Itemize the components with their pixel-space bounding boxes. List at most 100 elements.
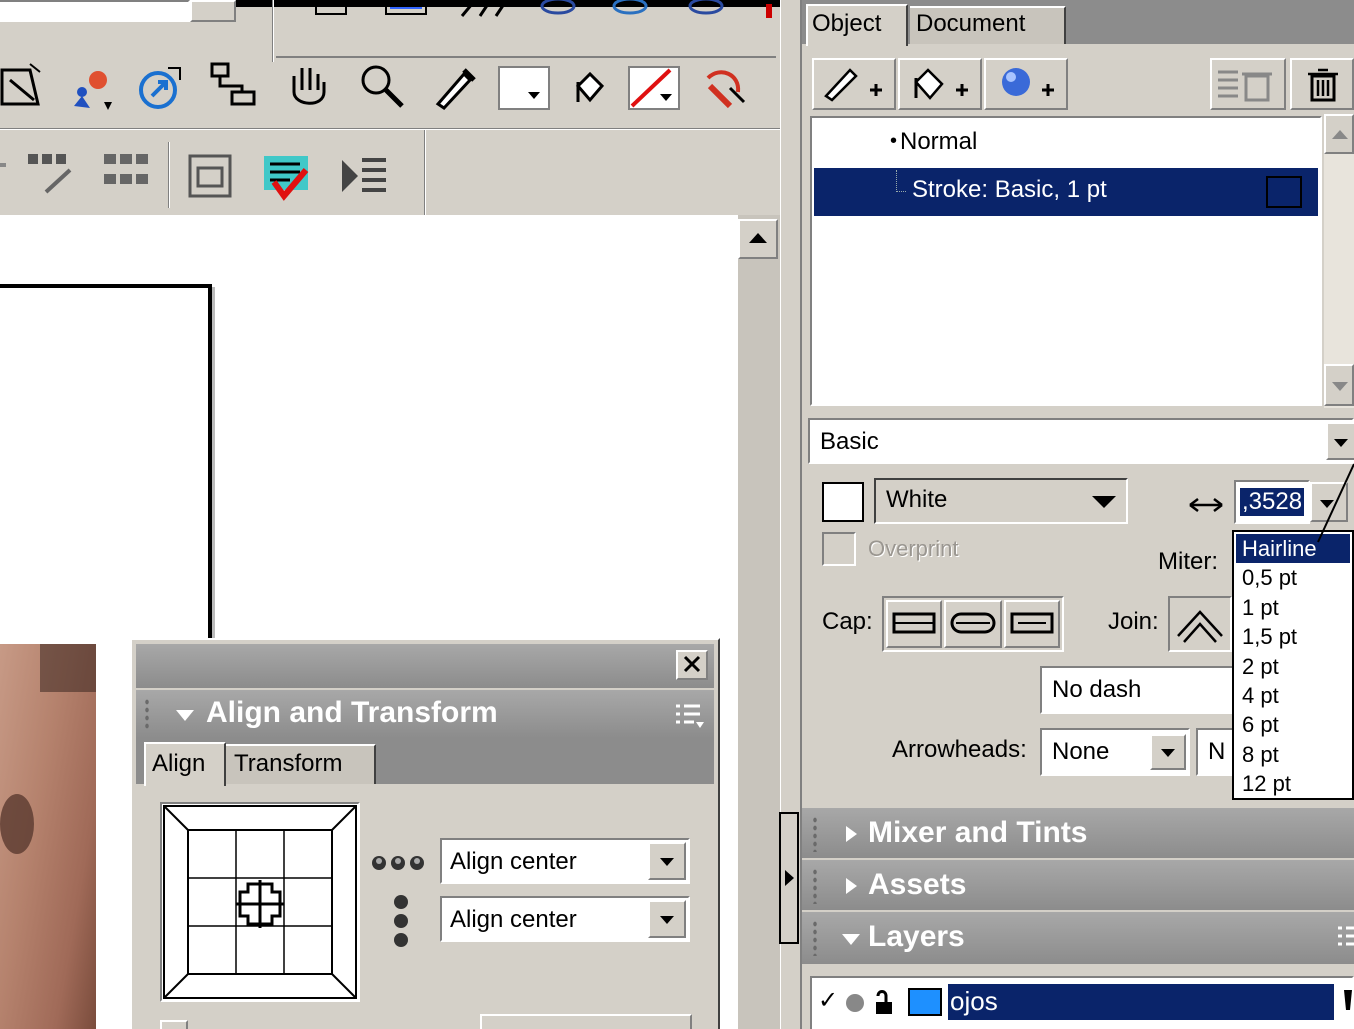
perspective-tool-icon[interactable] bbox=[0, 60, 44, 112]
spelling-icon[interactable] bbox=[260, 152, 316, 204]
horizontal-align-dropdown-button[interactable] bbox=[648, 842, 686, 880]
add-stroke-button[interactable] bbox=[812, 58, 896, 110]
join-miter-button[interactable] bbox=[1168, 596, 1232, 652]
width-option[interactable]: 0,5 pt bbox=[1236, 563, 1350, 592]
overprint-checkbox[interactable] bbox=[822, 532, 856, 566]
align-panel-close-button[interactable] bbox=[676, 650, 708, 680]
freeform-tool-icon[interactable] bbox=[68, 62, 122, 116]
effect-plus-icon bbox=[1002, 68, 1054, 96]
add-effect-button[interactable] bbox=[984, 58, 1068, 110]
text-indent-icon[interactable] bbox=[338, 154, 390, 202]
attach-icon[interactable] bbox=[538, 0, 578, 20]
rect-tool-icon[interactable] bbox=[312, 0, 352, 20]
layer-row-ojos[interactable]: ✓ ojos bbox=[812, 982, 1342, 1022]
vertical-align-dropdown-button[interactable] bbox=[648, 900, 686, 938]
align-grid-box[interactable] bbox=[160, 802, 360, 1002]
fill-bucket-icon[interactable] bbox=[570, 68, 606, 108]
layer-visible-check-icon[interactable]: ✓ bbox=[818, 986, 838, 1015]
text-wrap-icon[interactable] bbox=[186, 152, 238, 200]
tab-align[interactable]: Align bbox=[144, 742, 226, 786]
stroke-color-select[interactable]: White bbox=[874, 478, 1128, 524]
tree-connector bbox=[896, 170, 906, 192]
face-photo[interactable] bbox=[0, 644, 96, 1029]
join-label: Join: bbox=[1108, 608, 1159, 635]
width-option[interactable]: 6 pt bbox=[1236, 710, 1350, 739]
eyedropper-tool-icon[interactable] bbox=[430, 62, 478, 110]
list-scroll-down-button[interactable] bbox=[1324, 364, 1354, 406]
align-panel-header[interactable]: Align and Transform bbox=[136, 690, 714, 738]
mixer-panel-header[interactable]: Mixer and Tints bbox=[802, 808, 1354, 860]
font-dropdown-button[interactable] bbox=[190, 0, 236, 22]
unlink-icon[interactable] bbox=[686, 0, 726, 20]
stroke-color-box[interactable] bbox=[498, 66, 550, 110]
arrowhead-start-select[interactable]: None bbox=[1040, 728, 1190, 776]
layers-panel-header[interactable]: Layers bbox=[802, 912, 1354, 964]
width-option[interactable]: 1,5 pt bbox=[1236, 622, 1350, 651]
width-option[interactable]: 4 pt bbox=[1236, 681, 1350, 710]
stroke-swatch[interactable] bbox=[1266, 176, 1302, 208]
align-checkbox-partial[interactable] bbox=[160, 1020, 188, 1029]
tab-document-label: Document bbox=[916, 10, 1026, 37]
layer-name-highlight[interactable]: ojos bbox=[948, 984, 1334, 1020]
tree-item-normal[interactable]: Normal bbox=[900, 128, 977, 156]
stroke-category-select[interactable]: Basic bbox=[808, 418, 1354, 464]
tab-transform[interactable]: Transform bbox=[226, 744, 376, 784]
stroke-width-listbox[interactable]: Hairline 0,5 pt 1 pt 1,5 pt 2 pt 4 pt 6 pt 8 pt… bbox=[1232, 530, 1354, 800]
stroke-width-input[interactable]: ,3528 bbox=[1234, 480, 1310, 524]
attributes-list[interactable]: • Normal Stroke: Basic, 1 pt bbox=[810, 116, 1322, 406]
font-field-partial[interactable] bbox=[0, 0, 190, 22]
tree-item-stroke-row[interactable]: Stroke: Basic, 1 pt bbox=[814, 168, 1318, 216]
assets-panel-header[interactable]: Assets bbox=[802, 860, 1354, 912]
columns-rows-icon[interactable] bbox=[102, 152, 154, 200]
canvas-vscroll-track[interactable] bbox=[738, 215, 780, 1029]
scroll-up-arrow-icon bbox=[1332, 130, 1348, 139]
list-scroll-up-button[interactable] bbox=[1324, 114, 1354, 154]
canvas-scroll-up-button[interactable] bbox=[738, 219, 778, 259]
fill-none-box[interactable] bbox=[628, 66, 680, 110]
text-block-icon[interactable] bbox=[382, 0, 432, 20]
list-trash-icon bbox=[1218, 70, 1272, 102]
horizontal-align-select[interactable]: Align center bbox=[440, 838, 690, 884]
layers-list[interactable]: ✓ ojos bbox=[810, 976, 1354, 1029]
width-option[interactable]: 1 pt bbox=[1236, 593, 1350, 622]
splitter-toggle[interactable] bbox=[779, 812, 799, 944]
cap-butt-button[interactable] bbox=[886, 600, 942, 648]
bucket-plus-icon bbox=[914, 68, 968, 100]
miter-join-icon bbox=[1177, 610, 1223, 643]
connector-tool-icon[interactable] bbox=[206, 62, 258, 108]
unlock-icon[interactable] bbox=[872, 988, 896, 1016]
panel-menu-icon[interactable] bbox=[672, 702, 708, 730]
arrowhead-start-value: None bbox=[1052, 738, 1110, 765]
layer-view-dot-icon[interactable] bbox=[846, 994, 864, 1012]
apply-button-partial[interactable] bbox=[480, 1014, 692, 1029]
text-on-path-icon[interactable] bbox=[458, 0, 508, 20]
align-panel-titlebar[interactable] bbox=[136, 644, 714, 688]
width-option[interactable]: 2 pt bbox=[1236, 652, 1350, 681]
left-partial-icon bbox=[0, 163, 6, 167]
cap-square-button[interactable] bbox=[1004, 600, 1060, 648]
width-option[interactable]: 8 pt bbox=[1236, 740, 1350, 769]
width-option[interactable]: 12 pt bbox=[1236, 769, 1350, 798]
cap-round-button[interactable] bbox=[944, 600, 1002, 648]
add-fill-button[interactable] bbox=[898, 58, 982, 110]
layers-menu-icon[interactable] bbox=[1336, 924, 1354, 952]
arrowhead-start-dropdown-button[interactable] bbox=[1150, 734, 1186, 770]
zoom-tool-icon[interactable] bbox=[358, 62, 406, 110]
fit-to-path-icon[interactable] bbox=[26, 152, 78, 200]
remove-item-button[interactable] bbox=[1210, 58, 1286, 110]
layer-color-swatch[interactable] bbox=[908, 988, 942, 1016]
tab-object[interactable]: Object bbox=[806, 4, 908, 46]
layer-pen-icon bbox=[1344, 990, 1352, 1010]
tab-transform-label: Transform bbox=[234, 750, 343, 777]
stroke-category-dropdown-button[interactable] bbox=[1326, 422, 1354, 460]
delete-button[interactable] bbox=[1290, 58, 1354, 110]
vertical-align-select[interactable]: Align center bbox=[440, 896, 690, 942]
swap-colors-icon[interactable] bbox=[700, 64, 752, 112]
spiral-tool-icon[interactable] bbox=[136, 62, 186, 112]
dash-select[interactable]: No dash bbox=[1040, 666, 1240, 714]
link-icon[interactable] bbox=[610, 0, 650, 20]
tab-document[interactable]: Document bbox=[910, 6, 1066, 44]
hand-tool-icon[interactable] bbox=[284, 62, 332, 110]
tree-item-stroke-label: Stroke: Basic, 1 pt bbox=[912, 176, 1107, 203]
stroke-color-swatch[interactable] bbox=[822, 482, 864, 522]
